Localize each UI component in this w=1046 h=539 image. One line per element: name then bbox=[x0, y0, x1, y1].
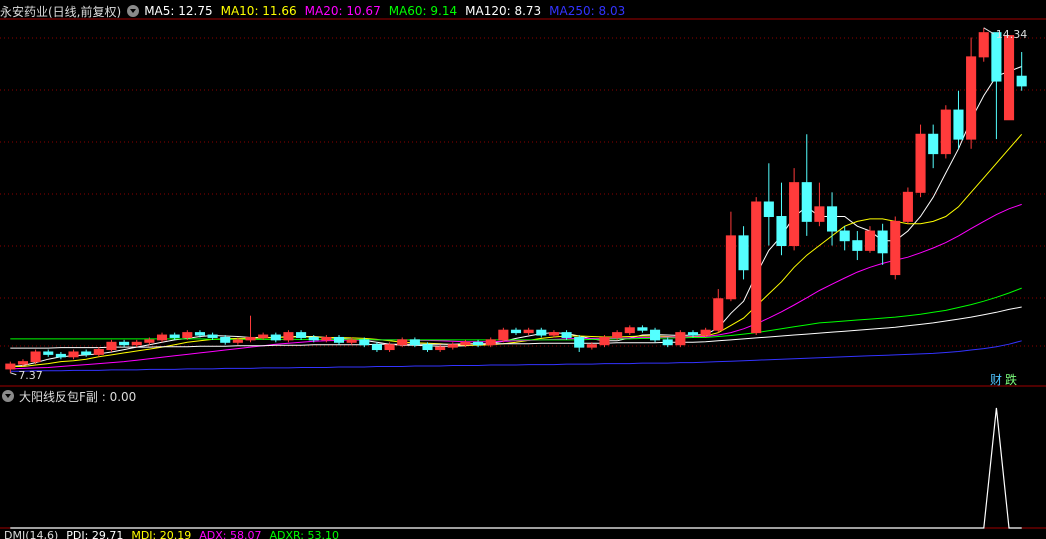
indicator-pane bbox=[10, 407, 1022, 529]
candle bbox=[675, 330, 686, 348]
candle bbox=[68, 349, 79, 360]
candle bbox=[485, 337, 496, 348]
candle bbox=[523, 327, 534, 336]
candle bbox=[978, 27, 989, 62]
pdi-label: PDI: 29.71 bbox=[66, 529, 124, 539]
dmi-header: DMI(14,6) PDI: 29.71 MDI: 20.19 ADX: 58.… bbox=[4, 529, 347, 539]
chart-canvas: 14.34 7.37 bbox=[0, 18, 1046, 529]
candle bbox=[447, 342, 458, 350]
candle bbox=[245, 315, 256, 343]
candle bbox=[156, 332, 168, 343]
candle bbox=[498, 327, 509, 343]
candle bbox=[93, 347, 104, 357]
candle bbox=[751, 197, 762, 336]
candle bbox=[574, 335, 585, 352]
candle bbox=[814, 182, 825, 227]
candle bbox=[1016, 52, 1027, 91]
ma-lines bbox=[10, 66, 1023, 372]
candle bbox=[333, 335, 345, 345]
high-price-label: 14.34 bbox=[996, 28, 1028, 41]
candle bbox=[283, 330, 294, 343]
chart-frame bbox=[0, 18, 1046, 529]
adx-label: ADX: 58.07 bbox=[199, 529, 262, 539]
ma20-label: MA20: 10.67 bbox=[304, 4, 381, 18]
candles bbox=[5, 27, 1027, 373]
candle bbox=[915, 124, 926, 198]
ma5-line bbox=[10, 66, 1022, 367]
mdi-label: MDI: 20.19 bbox=[131, 529, 192, 539]
main-header: 永安药业(日线,前复权) MA5: 12.75 MA10: 11.66 MA20… bbox=[0, 1, 633, 21]
candle bbox=[839, 226, 850, 251]
candle bbox=[55, 351, 66, 360]
candle bbox=[725, 211, 736, 302]
candle bbox=[902, 187, 913, 224]
candle bbox=[801, 134, 812, 236]
candle bbox=[966, 37, 977, 149]
candle bbox=[346, 337, 357, 345]
low-price-label: 7.37 bbox=[18, 369, 43, 382]
candle bbox=[789, 168, 800, 251]
chevron-down-icon[interactable] bbox=[2, 390, 14, 402]
candle bbox=[953, 90, 964, 149]
candle bbox=[826, 192, 838, 246]
candle bbox=[637, 325, 648, 333]
candle bbox=[510, 327, 522, 336]
candle bbox=[650, 327, 661, 343]
candle bbox=[991, 32, 1002, 140]
indicator-header: 大阳线反包F副 : 0.00 bbox=[2, 386, 144, 406]
candle bbox=[296, 330, 307, 340]
candle bbox=[473, 339, 484, 348]
candle bbox=[940, 105, 951, 159]
candle bbox=[713, 289, 724, 333]
price-grid bbox=[0, 37, 1046, 347]
chevron-down-icon[interactable] bbox=[127, 5, 140, 17]
ma5-label: MA5: 12.75 bbox=[144, 4, 213, 18]
candle bbox=[258, 332, 269, 340]
candle bbox=[1003, 35, 1015, 121]
dmi-label: DMI(14,6) bbox=[4, 529, 59, 539]
signal-line bbox=[10, 407, 1022, 529]
candle bbox=[738, 226, 749, 280]
candle bbox=[270, 332, 281, 343]
chart-title: 永安药业(日线,前复权) bbox=[0, 4, 122, 19]
indicator-title: 大阳线反包F副 : 0.00 bbox=[19, 389, 137, 404]
candle bbox=[30, 349, 41, 365]
ma60-label: MA60: 9.14 bbox=[388, 4, 458, 18]
chart-window: 14.34 7.37 永安药业(日线,前复权) MA5: 12.75 MA10: … bbox=[0, 0, 1046, 539]
candle bbox=[536, 327, 547, 338]
ma250-line bbox=[10, 340, 1022, 372]
finance-badge[interactable]: 财 bbox=[990, 371, 1002, 388]
candle bbox=[877, 223, 888, 265]
candle bbox=[763, 163, 774, 246]
ma250-label: MA250: 8.03 bbox=[549, 4, 626, 18]
ma10-label: MA10: 11.66 bbox=[220, 4, 297, 18]
candle bbox=[106, 339, 117, 352]
candle bbox=[624, 325, 635, 336]
ma120-label: MA120: 8.73 bbox=[465, 4, 542, 18]
decline-badge[interactable]: 跌 bbox=[1005, 371, 1017, 388]
candle bbox=[81, 349, 92, 357]
candle bbox=[852, 231, 863, 261]
candle bbox=[928, 124, 939, 169]
candle bbox=[43, 349, 54, 357]
candle bbox=[890, 216, 901, 280]
adxr-label: ADXR: 53.10 bbox=[269, 529, 339, 539]
